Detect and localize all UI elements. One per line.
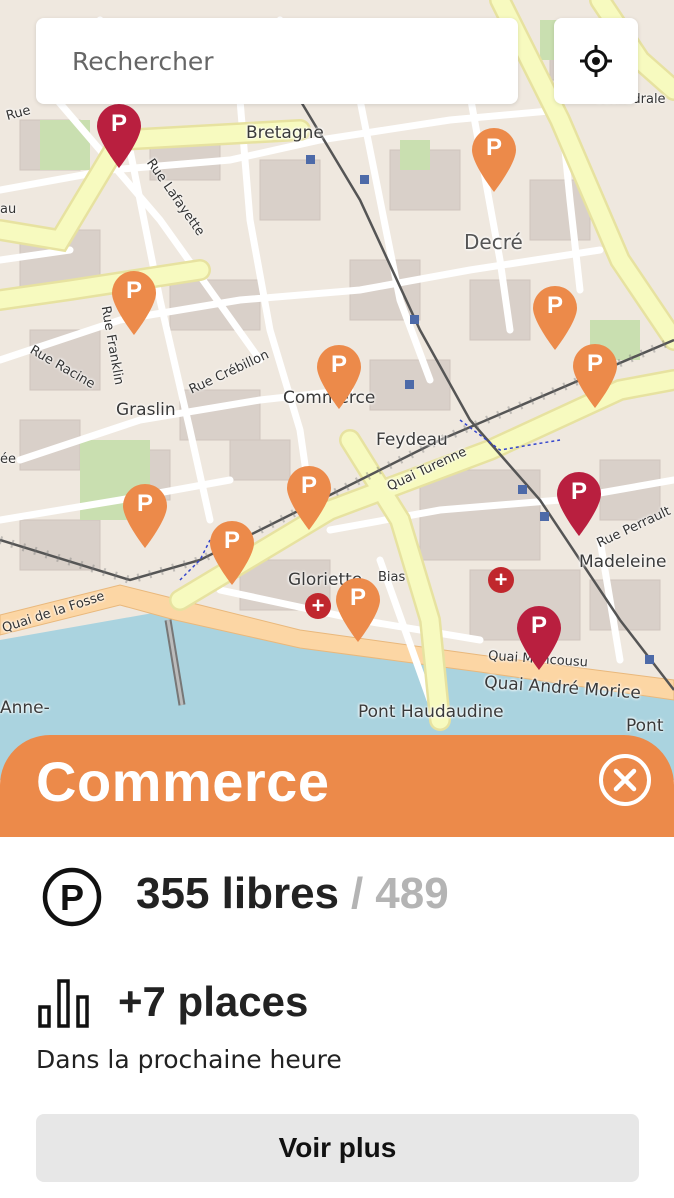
sheet-header: Commerce (0, 735, 674, 837)
bar-chart-icon (38, 979, 89, 1028)
close-button[interactable] (598, 753, 652, 807)
separator: / (351, 869, 364, 918)
marker-letter: P (125, 277, 142, 304)
availability-count: 355 libres/489 (136, 865, 449, 923)
hospital-icon: + (488, 567, 514, 593)
parking-detail-sheet: Commerce P 355 libres/489 +7 places Dans… (0, 735, 674, 1198)
parking-marker-selected[interactable]: P (314, 343, 364, 411)
available-places: 355 libres (136, 869, 340, 918)
marker-letter: P (485, 134, 502, 161)
parking-circle-icon: P (42, 867, 102, 927)
sheet-body: P 355 libres/489 +7 places Dans la proch… (0, 837, 674, 1198)
marker-letter: P (136, 490, 153, 517)
parking-marker-full[interactable]: P (94, 102, 144, 170)
parking-marker-full[interactable]: P (554, 470, 604, 538)
marker-letter: P (546, 292, 563, 319)
search-box (36, 18, 518, 104)
marker-letter: P (110, 110, 127, 137)
trend-subtitle: Dans la prochaine heure (36, 1045, 342, 1074)
parking-marker[interactable]: P (333, 576, 383, 644)
see-more-button[interactable]: Voir plus (36, 1114, 639, 1182)
parking-name: Commerce (36, 750, 330, 813)
app: Bretagne Decré Graslin Commerce Feydeau … (0, 0, 674, 1198)
parking-marker[interactable]: P (109, 269, 159, 337)
locate-button[interactable] (554, 18, 638, 104)
marker-letter: P (223, 527, 240, 554)
parking-marker-full[interactable]: P (514, 604, 564, 672)
marker-letter: P (330, 351, 347, 378)
marker-letter: P (530, 612, 547, 639)
parking-marker[interactable]: P (469, 126, 519, 194)
parking-marker[interactable]: P (120, 482, 170, 550)
marker-letter: P (349, 584, 366, 611)
marker-letter: P (586, 350, 603, 377)
close-circle-icon (599, 754, 651, 806)
map[interactable]: Bretagne Decré Graslin Commerce Feydeau … (0, 0, 674, 780)
trend-value: +7 places (118, 978, 309, 1025)
svg-text:P: P (60, 877, 84, 918)
marker-letter: P (570, 478, 587, 505)
crosshair-icon (580, 45, 612, 77)
marker-letter: P (300, 472, 317, 499)
search-input[interactable] (36, 18, 518, 104)
hospital-icon: + (305, 593, 331, 619)
parking-marker[interactable]: P (570, 342, 620, 410)
parking-marker[interactable]: P (284, 464, 334, 532)
total-places: 489 (375, 869, 449, 918)
parking-marker[interactable]: P (207, 519, 257, 587)
